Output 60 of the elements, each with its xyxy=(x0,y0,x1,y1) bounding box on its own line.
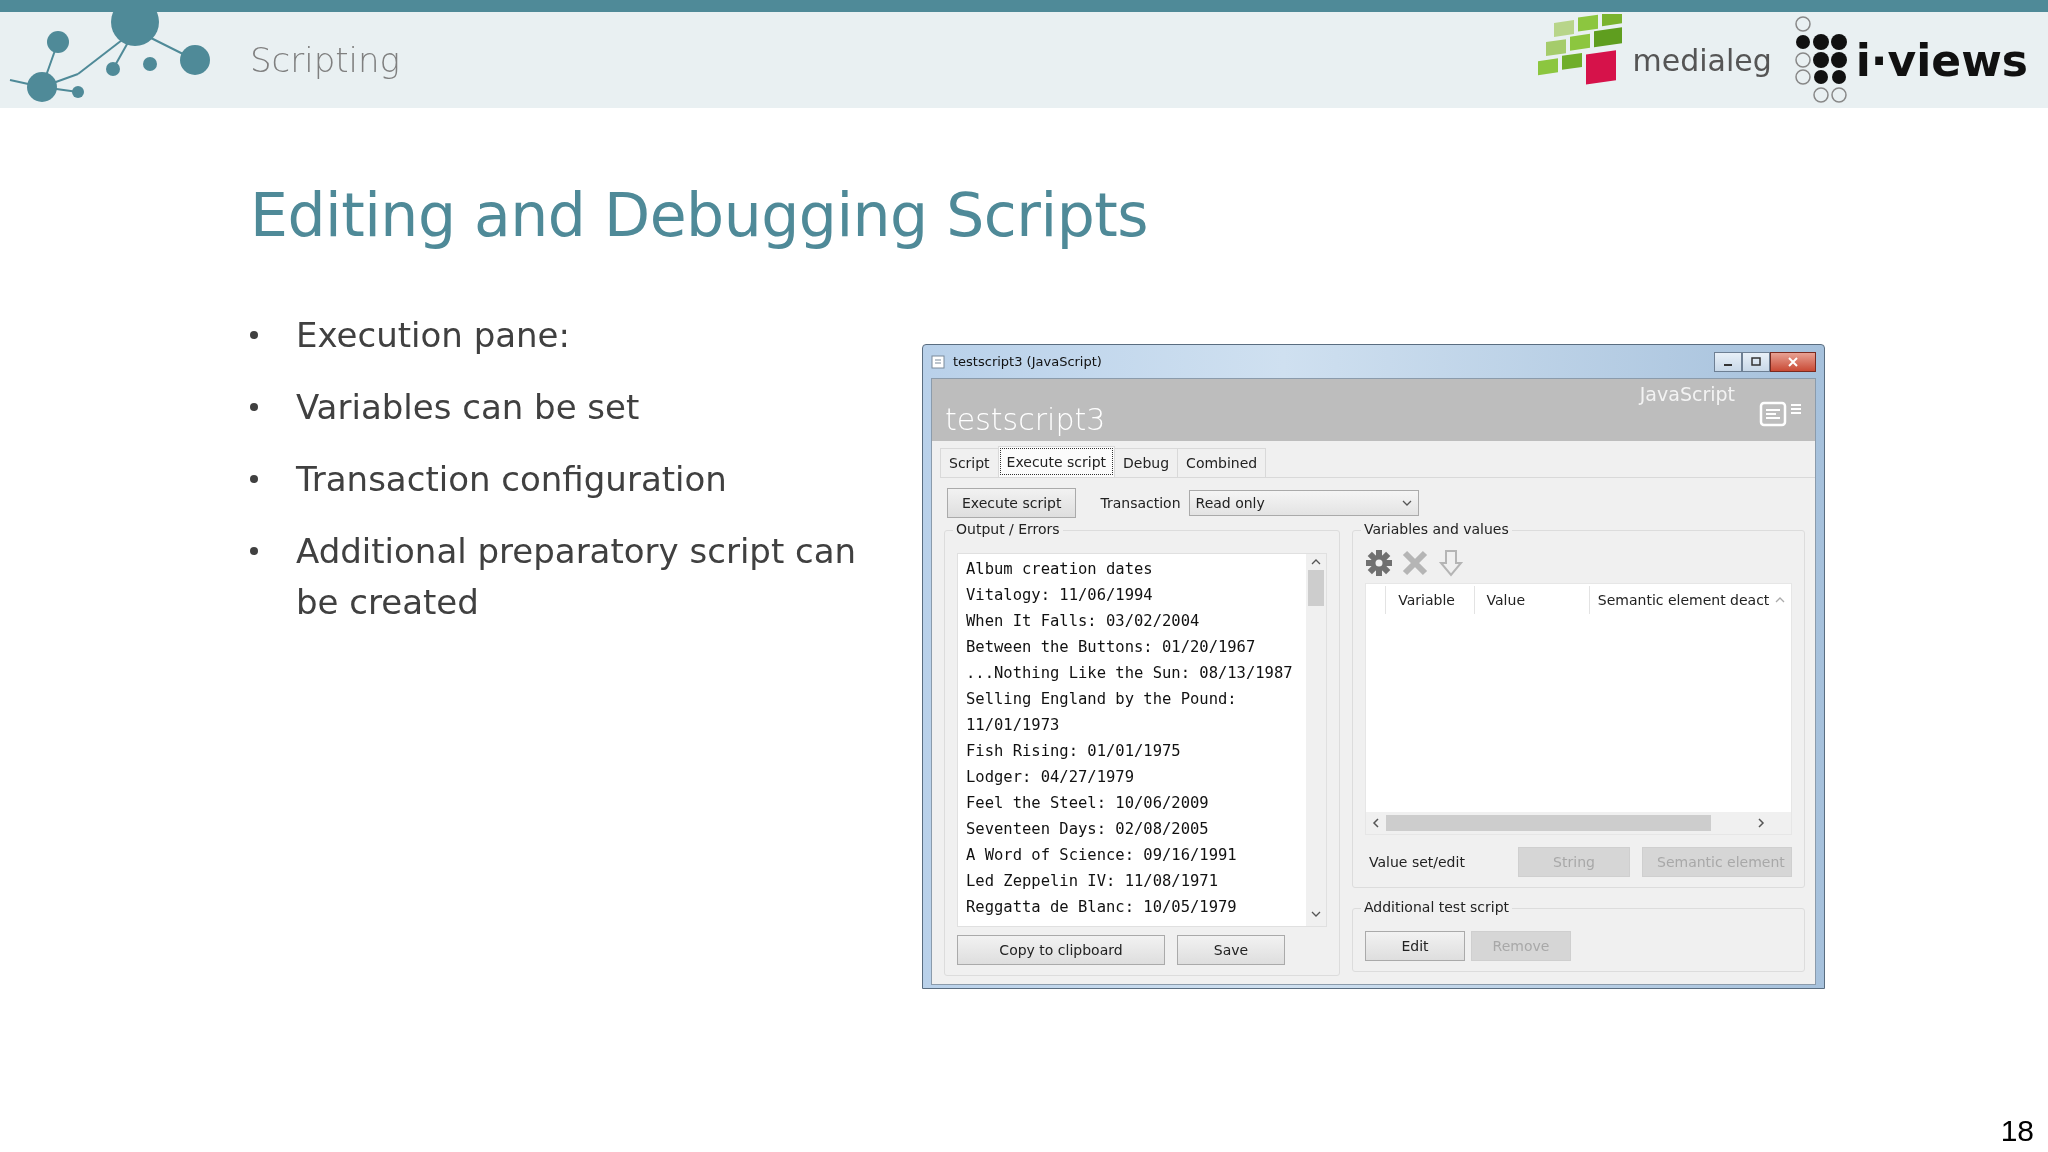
group-label: Additional test script xyxy=(1361,899,1513,915)
output-line: When It Falls: 03/02/2004 xyxy=(966,611,1201,632)
column-header[interactable]: Variable xyxy=(1385,586,1474,614)
logo-text: medialeg xyxy=(1632,42,1772,78)
value-edit-label: Value set/edit xyxy=(1368,854,1466,870)
output-line: A Word of Science: 09/16/1991 xyxy=(966,845,1238,866)
scrollbar-thumb[interactable] xyxy=(1386,815,1711,831)
output-line: Reggatta de Blanc: 10/05/1979 xyxy=(966,897,1238,918)
bullet-icon xyxy=(250,402,258,411)
output-line: Selling England by the Pound: xyxy=(966,689,1238,710)
scroll-right-icon[interactable] xyxy=(1757,818,1765,828)
output-line: ...Nothing Like the Sun: 08/13/1987 xyxy=(966,663,1294,684)
maximize-button[interactable] xyxy=(1742,351,1770,372)
output-line: Fish Rising: 01/01/1975 xyxy=(966,741,1182,762)
scrollbar-thumb[interactable] xyxy=(1308,570,1324,606)
scroll-left-icon[interactable] xyxy=(1372,818,1380,828)
output-line: Vitalogy: 11/06/1994 xyxy=(966,585,1154,606)
output-line: Between the Buttons: 01/20/1967 xyxy=(966,637,1257,658)
caret-icon xyxy=(1401,499,1412,507)
page-number: 18 xyxy=(2000,1114,2034,1148)
logo-text: i·views xyxy=(1855,34,2028,86)
minimize-button[interactable] xyxy=(1714,351,1742,372)
dots-logo-icon xyxy=(1793,15,1848,105)
column-header[interactable]: Value xyxy=(1473,586,1589,614)
transaction-dropdown[interactable]: Read only xyxy=(1188,490,1419,516)
bullet-text: Transaction configuration xyxy=(296,458,727,501)
column-header[interactable]: Semantic element deact xyxy=(1588,586,1770,614)
minimize-icon xyxy=(1724,363,1732,366)
tab[interactable]: Script xyxy=(940,448,999,477)
output-line: Lodger: 04/27/1979 xyxy=(966,767,1135,788)
output-line: 11/01/1973 xyxy=(966,715,1061,736)
output-line: Album creation dates xyxy=(966,559,1154,580)
scroll-down-icon[interactable] xyxy=(1311,910,1321,918)
bullet-text: Variables can be set xyxy=(296,386,640,429)
maximize-icon xyxy=(1750,356,1762,367)
transaction-label: Transaction xyxy=(1100,495,1181,511)
close-button[interactable] xyxy=(1770,351,1816,372)
document-icon xyxy=(931,354,945,369)
window-title: testscript3 (JavaScript) xyxy=(953,354,1103,369)
tab[interactable]: Execute script xyxy=(997,446,1116,477)
bullet-icon xyxy=(250,546,258,555)
scroll-up-icon[interactable] xyxy=(1311,558,1321,566)
bullet-text: Execution pane: xyxy=(296,314,570,357)
bullet-text: Additional preparatory script can be created xyxy=(296,530,858,624)
slide-title: Editing and Debugging Scripts xyxy=(249,179,1150,250)
group-label: Variables and values xyxy=(1361,521,1512,537)
script-heading: testscript3 xyxy=(945,402,1106,437)
output-line: Feel the Steel: 10/06/2009 xyxy=(966,793,1210,814)
group-label: Output / Errors xyxy=(953,521,1063,537)
header-title: Scripting xyxy=(250,40,400,80)
output-line: Led Zeppelin IV: 11/08/1971 xyxy=(966,871,1219,892)
dialog-button[interactable]: Save xyxy=(1177,935,1285,965)
execute-script-button[interactable]: Execute script xyxy=(947,488,1077,518)
bullet-icon xyxy=(250,474,258,483)
dialog-button[interactable]: Copy to clipboard xyxy=(957,935,1165,965)
tab[interactable]: Combined xyxy=(1177,448,1267,477)
output-line: Seventeen Days: 02/08/2005 xyxy=(966,819,1210,840)
dialog-button[interactable]: Edit xyxy=(1365,931,1465,961)
close-icon xyxy=(1787,356,1799,367)
bullet-icon xyxy=(250,330,258,339)
